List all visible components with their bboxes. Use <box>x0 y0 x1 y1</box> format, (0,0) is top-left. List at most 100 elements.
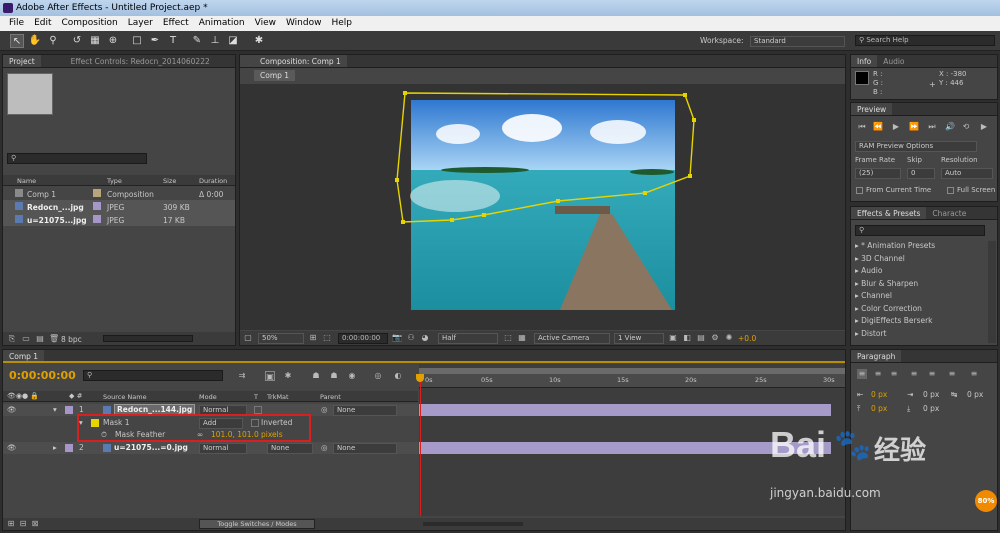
resolution-preview-dropdown[interactable]: Auto <box>941 168 993 179</box>
frame-rate-dropdown[interactable]: (25) <box>855 168 901 179</box>
expand-transfer-controls-icon[interactable]: ⊟ <box>18 519 28 529</box>
trash-icon[interactable]: 🗑 <box>49 334 59 344</box>
effects-item[interactable]: ▸ Color Correction <box>855 304 922 313</box>
project-item[interactable]: Comp 1 Composition Δ 0:00 <box>3 187 235 200</box>
exposure-reset-icon[interactable]: ✺ <box>724 333 734 343</box>
col-source-name[interactable]: Source Name <box>103 393 147 401</box>
rotate-tool-icon[interactable]: ↺ <box>70 34 84 48</box>
from-current-time-checkbox[interactable] <box>856 187 863 194</box>
tab-effect-controls[interactable]: Effect Controls: Redocn_2014060222 <box>41 55 216 67</box>
fast-previews-icon[interactable]: ◧ <box>682 333 692 343</box>
toggle-switches-modes-button[interactable]: Toggle Switches / Modes <box>199 519 315 529</box>
first-frame-icon[interactable]: ⏮ <box>857 122 867 132</box>
region-of-interest-icon[interactable]: ⬚ <box>503 333 513 343</box>
effects-search-input[interactable]: ⚲ <box>855 225 985 236</box>
zoom-slider[interactable] <box>423 522 523 526</box>
exposure-value[interactable]: +0.0 <box>738 334 756 343</box>
effects-item[interactable]: ▸ * Animation Presets <box>855 241 935 250</box>
show-snapshot-icon[interactable]: ⚇ <box>406 333 416 343</box>
indent-right-value[interactable]: 0 px <box>923 390 939 399</box>
col-trkmat[interactable]: TrkMat <box>267 393 289 401</box>
mini-flowchart-icon[interactable]: ⇉ <box>237 371 247 381</box>
tab-comp-timeline[interactable]: Comp 1 <box>3 350 45 361</box>
layer-name[interactable]: u=21075...=0.jpg <box>114 442 188 454</box>
layer-label-color[interactable] <box>65 406 73 414</box>
tab-preview[interactable]: Preview <box>851 103 893 115</box>
tab-character[interactable]: Characte <box>926 207 972 219</box>
tab-info[interactable]: Info <box>851 55 878 67</box>
col-size[interactable]: Size <box>163 177 176 185</box>
flowchart-icon[interactable]: ⚙ <box>710 333 720 343</box>
effects-item[interactable]: ▸ Distort <box>855 329 886 338</box>
mask-visibility-icon[interactable]: ⬚ <box>322 333 332 343</box>
timeline-layer-row[interactable]: 👁 ▸ 2 u=21075...=0.jpg Normal None ◎ Non… <box>3 442 418 454</box>
menu-window[interactable]: Window <box>281 16 327 31</box>
play-icon[interactable]: ▶ <box>891 122 901 132</box>
space-before-value[interactable]: 0 px <box>871 404 887 413</box>
last-frame-icon[interactable]: ⏭ <box>927 122 937 132</box>
preserve-transparency-checkbox[interactable] <box>254 406 262 414</box>
audio-icon[interactable]: 🔊 <box>945 122 955 132</box>
menu-file[interactable]: File <box>4 16 29 31</box>
time-ruler[interactable]: 0s 05s 10s 15s 20s 25s 30s <box>419 374 845 388</box>
camera-dropdown[interactable]: Active Camera <box>534 333 610 344</box>
tab-audio[interactable]: Audio <box>877 55 910 67</box>
effects-item[interactable]: ▸ Channel <box>855 291 892 300</box>
project-search-input[interactable]: ⚲ <box>7 153 147 164</box>
timeline-search-input[interactable]: ⚲ <box>83 370 223 381</box>
effects-item[interactable]: ▸ Audio <box>855 266 882 275</box>
new-composition-icon[interactable]: ▤ <box>35 334 45 344</box>
col-name[interactable]: Name <box>17 177 36 185</box>
effects-item[interactable]: ▸ 3D Channel <box>855 254 905 263</box>
col-parent[interactable]: Parent <box>320 393 341 401</box>
align-left-icon[interactable]: ≡ <box>857 369 867 379</box>
trkmat-dropdown[interactable]: None <box>267 443 313 454</box>
effects-scrollbar[interactable] <box>988 241 996 343</box>
tab-composition[interactable]: Composition: Comp 1 <box>240 55 347 67</box>
hand-tool-icon[interactable]: ✋ <box>28 34 42 48</box>
draft-3d-icon[interactable]: ✱ <box>283 371 293 381</box>
pen-tool-icon[interactable]: ✒ <box>148 34 162 48</box>
label-color[interactable] <box>93 189 101 197</box>
clone-stamp-tool-icon[interactable]: ⊥ <box>208 34 222 48</box>
pan-behind-tool-icon[interactable]: ⊕ <box>106 34 120 48</box>
playhead-handle[interactable] <box>416 374 424 382</box>
justify-center-icon[interactable]: ≡ <box>927 369 937 379</box>
effects-item[interactable]: ▸ DigiEffects Berserk <box>855 316 933 325</box>
skip-dropdown[interactable]: 0 <box>907 168 935 179</box>
safe-zones-icon[interactable]: ⊞ <box>308 333 318 343</box>
menu-layer[interactable]: Layer <box>123 16 158 31</box>
tab-project[interactable]: Project <box>3 55 41 67</box>
tab-effects-presets[interactable]: Effects & Presets <box>851 207 927 219</box>
first-line-indent-value[interactable]: 0 px <box>967 390 983 399</box>
layer-mode-dropdown[interactable]: Normal <box>199 443 247 454</box>
selection-tool-icon[interactable]: ↖ <box>10 34 24 48</box>
layer-duration-bar[interactable] <box>419 404 831 416</box>
view-layout-dropdown[interactable]: 1 View <box>614 333 664 344</box>
parent-dropdown[interactable]: None <box>333 443 397 454</box>
timeline-track-area[interactable]: 0s 05s 10s 15s 20s 25s 30s <box>416 364 845 516</box>
text-tool-icon[interactable]: T <box>166 34 180 48</box>
visibility-icon[interactable]: 👁 <box>7 404 17 416</box>
eraser-tool-icon[interactable]: ◪ <box>226 34 240 48</box>
justify-left-icon[interactable]: ≡ <box>909 369 919 379</box>
parent-pickwhip-icon[interactable]: ◎ <box>321 442 328 454</box>
menu-effect[interactable]: Effect <box>158 16 194 31</box>
col-duration[interactable]: Duration <box>199 177 227 185</box>
loop-icon[interactable]: ⟲ <box>961 122 971 132</box>
parent-pickwhip-icon[interactable]: ◎ <box>321 404 328 416</box>
ram-preview-icon[interactable]: ▶ <box>979 122 989 132</box>
rectangle-tool-icon[interactable]: □ <box>130 34 144 48</box>
interpret-footage-icon[interactable]: ⎘ <box>7 334 17 344</box>
snapshot-icon[interactable]: 📷 <box>392 333 402 343</box>
camera-tool-icon[interactable]: ▦ <box>88 34 102 48</box>
new-folder-icon[interactable]: ▭ <box>21 334 31 344</box>
parent-dropdown[interactable]: None <box>333 405 397 416</box>
indent-left-value[interactable]: 0 px <box>871 390 887 399</box>
hide-shy-icon[interactable]: ☗ <box>311 371 321 381</box>
comp-subtab[interactable]: Comp 1 <box>254 70 296 81</box>
always-preview-icon[interactable]: ▢ <box>243 333 253 343</box>
expand-stretch-icon[interactable]: ⊠ <box>30 519 40 529</box>
bpc-label[interactable]: 8 bpc <box>61 335 82 344</box>
brush-tool-icon[interactable]: ✎ <box>190 34 204 48</box>
